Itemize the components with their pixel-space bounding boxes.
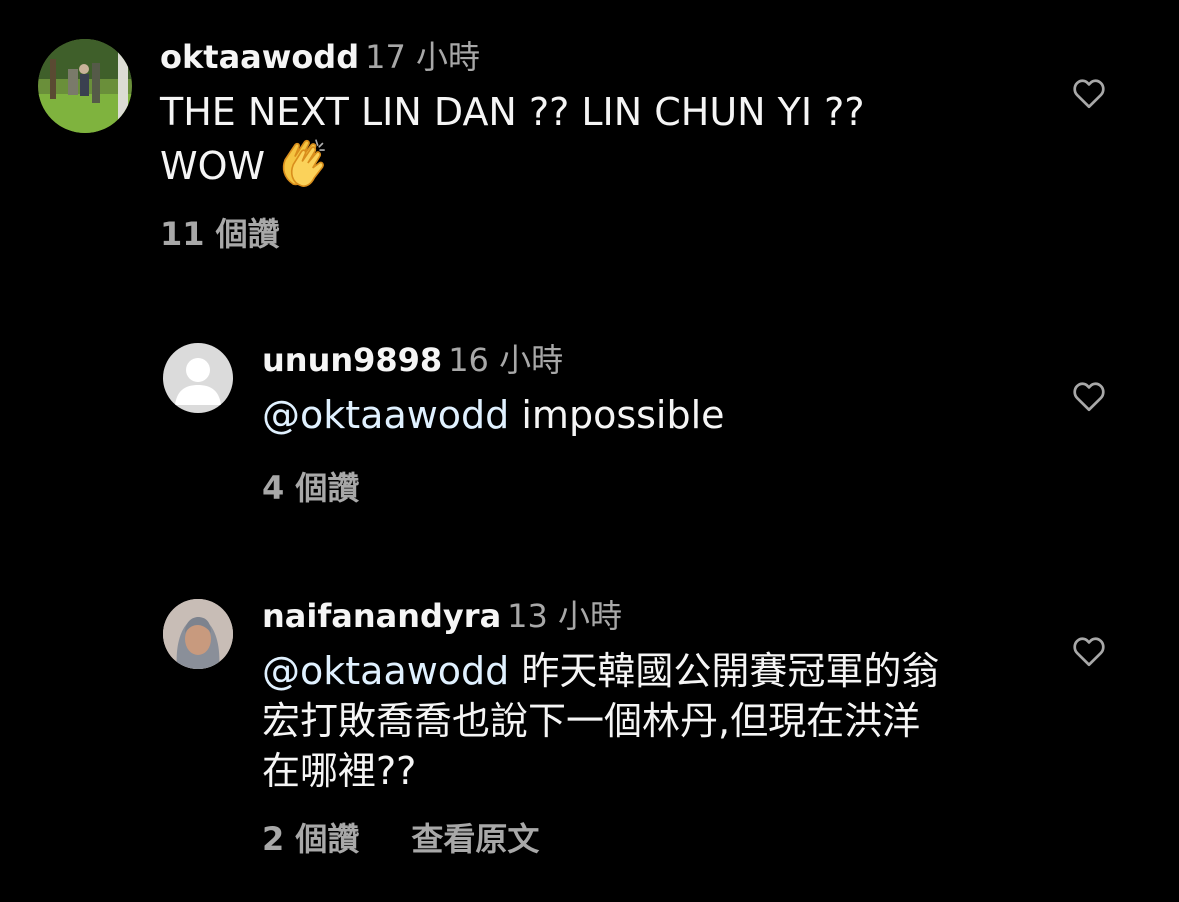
username[interactable]: oktaawodd <box>160 38 359 76</box>
username[interactable]: naifanandyra <box>262 597 501 635</box>
comment-actions: 2 個讚 查看原文 <box>262 819 539 859</box>
avatar[interactable] <box>38 39 132 133</box>
like-heart-button[interactable] <box>1071 634 1107 670</box>
default-avatar-icon <box>163 343 233 413</box>
heart-icon <box>1073 382 1105 412</box>
comment-meta: oktaawodd 17 小時 <box>160 37 865 77</box>
like-heart-button[interactable] <box>1071 379 1107 415</box>
comment-meta: unun9898 16 小時 <box>262 340 725 380</box>
username[interactable]: unun9898 <box>262 341 442 379</box>
avatar-photo-icon <box>163 599 233 669</box>
like-count[interactable]: 4 個讚 <box>262 469 359 507</box>
clapping-hands-icon <box>282 139 326 187</box>
comments-thread: oktaawodd 17 小時 THE NEXT LIN DAN ?? LIN C… <box>0 0 1179 902</box>
like-count[interactable]: 2 個讚 <box>262 820 359 858</box>
avatar[interactable] <box>163 599 233 669</box>
timestamp: 13 小時 <box>507 597 623 635</box>
comment-text-line: impossible <box>509 393 725 437</box>
avatar[interactable] <box>163 343 233 413</box>
comment-text: THE NEXT LIN DAN ?? LIN CHUN YI ?? WOW <box>160 87 865 191</box>
heart-icon <box>1073 79 1105 109</box>
like-count[interactable]: 11 個讚 <box>160 215 280 253</box>
comment-text-line: THE NEXT LIN DAN ?? LIN CHUN YI ?? <box>160 90 865 134</box>
comment-text-line: WOW <box>160 137 865 191</box>
comment-body: unun9898 16 小時 @oktaawodd impossible <box>262 340 725 440</box>
comment-text-line: @oktaawodd 昨天韓國公開賽冠軍的翁 <box>262 646 939 696</box>
avatar-photo-icon <box>38 39 132 133</box>
comment-body: oktaawodd 17 小時 THE NEXT LIN DAN ?? LIN C… <box>160 37 865 191</box>
mention-link[interactable]: @oktaawodd <box>262 393 509 437</box>
comment-text-line: 在哪裡?? <box>262 749 417 793</box>
heart-icon <box>1073 637 1105 667</box>
comment-body: naifanandyra 13 小時 @oktaawodd 昨天韓國公開賽冠軍的翁… <box>262 596 939 796</box>
comment-text-segment: 昨天韓國公開賽冠軍的翁 <box>509 649 940 693</box>
comment-text-word: WOW <box>160 144 266 188</box>
comment-text: @oktaawodd 昨天韓國公開賽冠軍的翁 宏打敗喬喬也說下一個林丹,但現在洪… <box>262 646 939 796</box>
comment-text-line: 宏打敗喬喬也說下一個林丹,但現在洪洋 <box>262 699 921 743</box>
comment-text: @oktaawodd impossible <box>262 390 725 440</box>
see-original-button[interactable]: 查看原文 <box>411 820 539 858</box>
timestamp: 17 小時 <box>365 38 481 76</box>
comment-actions: 4 個讚 <box>262 468 359 508</box>
comment-actions: 11 個讚 <box>160 214 280 254</box>
timestamp: 16 小時 <box>448 341 564 379</box>
comment-meta: naifanandyra 13 小時 <box>262 596 939 636</box>
like-heart-button[interactable] <box>1071 76 1107 112</box>
mention-link[interactable]: @oktaawodd <box>262 649 509 693</box>
